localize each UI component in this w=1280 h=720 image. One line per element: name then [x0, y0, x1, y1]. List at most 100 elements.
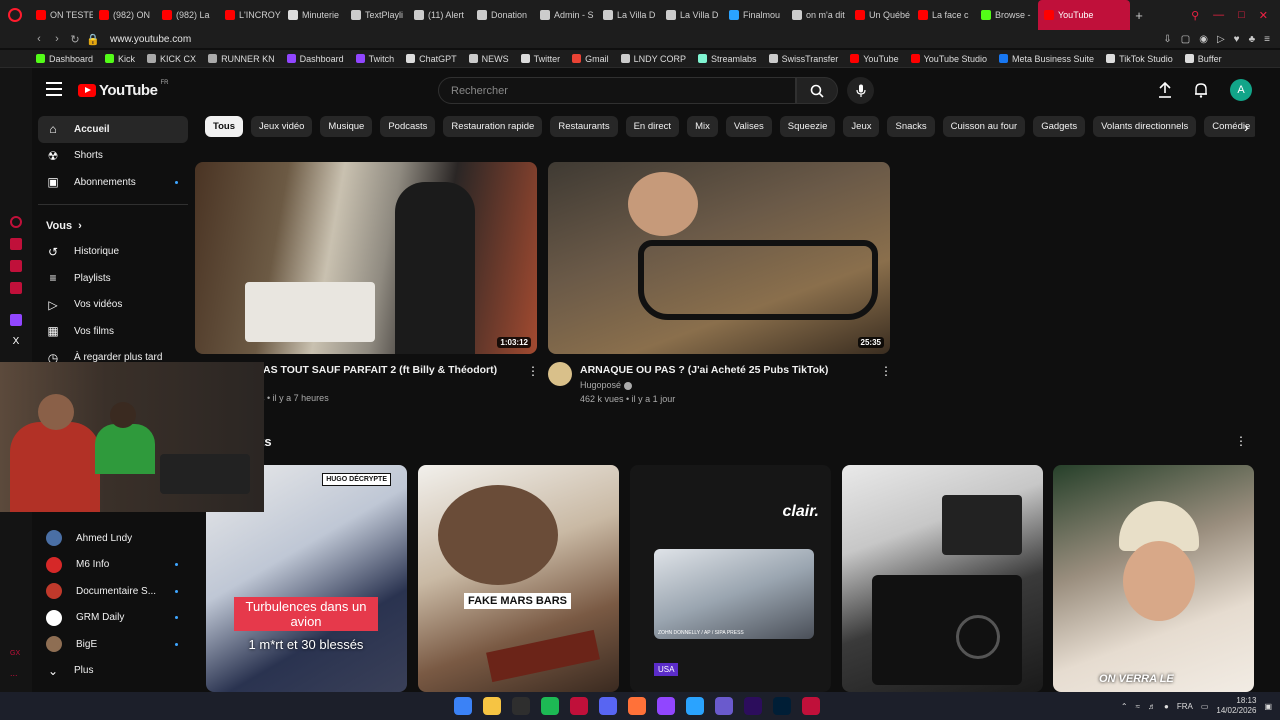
filter-chip[interactable]: Jeux vidéo	[251, 116, 313, 137]
video-thumbnail[interactable]: 1:03:12	[195, 162, 537, 354]
shopping-icon[interactable]	[10, 238, 22, 250]
short-card-2[interactable]: FAKE MARS BARS	[418, 465, 619, 692]
video-thumbnail[interactable]: 25:35	[548, 162, 890, 354]
download-icon[interactable]: ⇩	[1163, 34, 1171, 45]
bookmark-item[interactable]: Twitter	[520, 54, 560, 64]
more-icon[interactable]: ...	[10, 668, 22, 680]
video-card-1[interactable]: 1:03:12 AS TOUT SAUF PARFAIT 2 (ft Billy…	[195, 162, 539, 403]
filter-chip[interactable]: Restauration rapide	[443, 116, 543, 137]
twitch-app-icon[interactable]	[657, 697, 675, 715]
browser-tab[interactable]: Donation	[471, 0, 534, 30]
voice-search-button[interactable]	[847, 77, 874, 104]
bookmark-item[interactable]: TikTok Studio	[1106, 54, 1173, 64]
x-icon[interactable]: X	[10, 336, 22, 348]
sidebar-subscription[interactable]: GRM Daily	[38, 605, 188, 632]
bookmark-item[interactable]: Dashboard	[36, 54, 93, 64]
bookmark-item[interactable]: Twitch	[355, 54, 394, 64]
vpn-icon[interactable]: ◉	[1199, 34, 1208, 45]
browser-tab[interactable]: (982) La	[156, 0, 219, 30]
opera-logo-icon[interactable]	[0, 0, 30, 30]
video-title[interactable]: AS TOUT SAUF PARFAIT 2 (ft Billy & Théod…	[263, 364, 523, 376]
heart-icon[interactable]: ♥	[1234, 34, 1240, 45]
bookmark-item[interactable]: ChatGPT	[406, 54, 457, 64]
screenshot-icon[interactable]: ▢	[1181, 34, 1190, 45]
filter-chip[interactable]: Gadgets	[1033, 116, 1086, 137]
tray-chevron-icon[interactable]: ⌃	[1121, 702, 1128, 711]
shorts-options-icon[interactable]: ⋮	[1235, 434, 1247, 448]
sidebar-item-more[interactable]: ⌄ Plus	[38, 658, 188, 685]
bookmark-item[interactable]: NEWS	[468, 54, 509, 64]
sidebar-item[interactable]: ≡ Playlists	[38, 265, 188, 292]
upload-icon[interactable]	[1158, 82, 1172, 98]
bookmark-item[interactable]: Kick	[105, 54, 135, 64]
browser-tab[interactable]: L'INCROY	[219, 0, 282, 30]
gx-icon[interactable]: GX	[10, 650, 22, 662]
filter-chip[interactable]: Tous	[205, 116, 243, 137]
wifi-icon[interactable]: ≈	[1136, 702, 1140, 711]
filter-chip[interactable]: Volants directionnels	[1093, 116, 1197, 137]
firefox-icon[interactable]	[628, 697, 646, 715]
bookmark-item[interactable]: Meta Business Suite	[999, 54, 1094, 64]
sidebar-item[interactable]: ⌂ Accueil	[38, 116, 188, 143]
close-window-button[interactable]: ✕	[1259, 9, 1268, 22]
bookmark-item[interactable]: Buffer	[1184, 54, 1222, 64]
spotify-icon[interactable]	[541, 697, 559, 715]
filter-chip[interactable]: Jeux	[843, 116, 880, 137]
video-card-2[interactable]: 25:35 ARNAQUE OU PAS ? (J'ai Acheté 25 P…	[548, 162, 892, 404]
bookmark-item[interactable]: YouTube Studio	[910, 54, 987, 64]
browser-tab[interactable]: La Villa D	[597, 0, 660, 30]
sidebar-section-vous[interactable]: Vous ›	[38, 213, 188, 239]
puzzle-icon[interactable]: ♣	[1249, 34, 1256, 45]
url-field[interactable]: www.youtube.com	[110, 34, 191, 45]
filter-chip[interactable]: Cuisson au four	[942, 116, 1026, 137]
sidebar-subscription[interactable]: Ahmed Lndy	[38, 525, 188, 552]
reload-button[interactable]: ↻	[66, 33, 84, 46]
twitch-icon[interactable]	[10, 314, 22, 326]
menu-icon[interactable]: ≡	[1264, 34, 1270, 45]
browser-tab[interactable]: on m'a dit	[786, 0, 849, 30]
filter-chip[interactable]: Mix	[687, 116, 718, 137]
browser-tab[interactable]: (11) Alert	[408, 0, 471, 30]
search-tabs-icon[interactable]: ⚲	[1191, 9, 1199, 22]
bookmark-item[interactable]: SwissTransfer	[768, 54, 838, 64]
browser-tab[interactable]: La Villa D	[660, 0, 723, 30]
sidebar-item[interactable]: ▷ Vos vidéos	[38, 292, 188, 319]
filter-chip[interactable]: Valises	[725, 116, 772, 137]
filter-chip[interactable]: Podcasts	[380, 116, 436, 137]
search-input[interactable]: Rechercher	[438, 77, 796, 104]
premiere-icon[interactable]	[744, 697, 762, 715]
browser-tab[interactable]: Minuterie	[282, 0, 345, 30]
sidebar-item[interactable]: ▣ Abonnements	[38, 169, 188, 196]
mic-tray-icon[interactable]: ●	[1164, 702, 1169, 711]
browser-tab[interactable]: Un Québé	[849, 0, 912, 30]
opera-gx-icon[interactable]	[570, 697, 588, 715]
short-card-4[interactable]	[842, 465, 1043, 692]
instagram-icon[interactable]	[10, 282, 22, 294]
channel-avatar[interactable]	[548, 362, 572, 386]
video-options-icon[interactable]: ⋮	[880, 364, 892, 378]
channel-name[interactable]: Hugoposé	[580, 380, 621, 390]
short-card-3[interactable]: clair. ZOHN DONNELLY / AP / SIPA PRESS U…	[630, 465, 831, 692]
display-icon[interactable]: ▭	[1201, 702, 1209, 711]
new-tab-button[interactable]: +	[1130, 8, 1148, 23]
back-button[interactable]: ‹	[30, 33, 48, 45]
filter-chip[interactable]: En direct	[625, 116, 680, 137]
file-explorer-icon[interactable]	[483, 697, 501, 715]
filter-chip[interactable]: Squeezie	[779, 116, 836, 137]
filter-chip[interactable]: Snacks	[887, 116, 935, 137]
search-button[interactable]	[796, 77, 838, 104]
clock[interactable]: 18:13 14/02/2026	[1216, 696, 1256, 716]
sidebar-subscription[interactable]: M6 Info	[38, 552, 188, 579]
notifications-tray-icon[interactable]: ▣	[1264, 702, 1272, 711]
bookmark-item[interactable]: LNDY CORP	[620, 54, 686, 64]
filter-chip[interactable]: Restaurants	[550, 116, 618, 137]
account-avatar[interactable]: A	[1230, 79, 1252, 101]
volume-icon[interactable]: ♬	[1148, 702, 1156, 711]
browser-tab[interactable]: Browse -	[975, 0, 1038, 30]
bookmark-item[interactable]: KICK CX	[147, 54, 196, 64]
video-title[interactable]: ARNAQUE OU PAS ? (J'ai Acheté 25 Pubs Ti…	[580, 364, 870, 376]
short-card-5[interactable]: ON VERRA LE	[1053, 465, 1254, 692]
sidebar-item[interactable]: ▦ Vos films	[38, 318, 188, 345]
discord-icon[interactable]	[599, 697, 617, 715]
bookmark-item[interactable]: YouTube	[850, 54, 899, 64]
